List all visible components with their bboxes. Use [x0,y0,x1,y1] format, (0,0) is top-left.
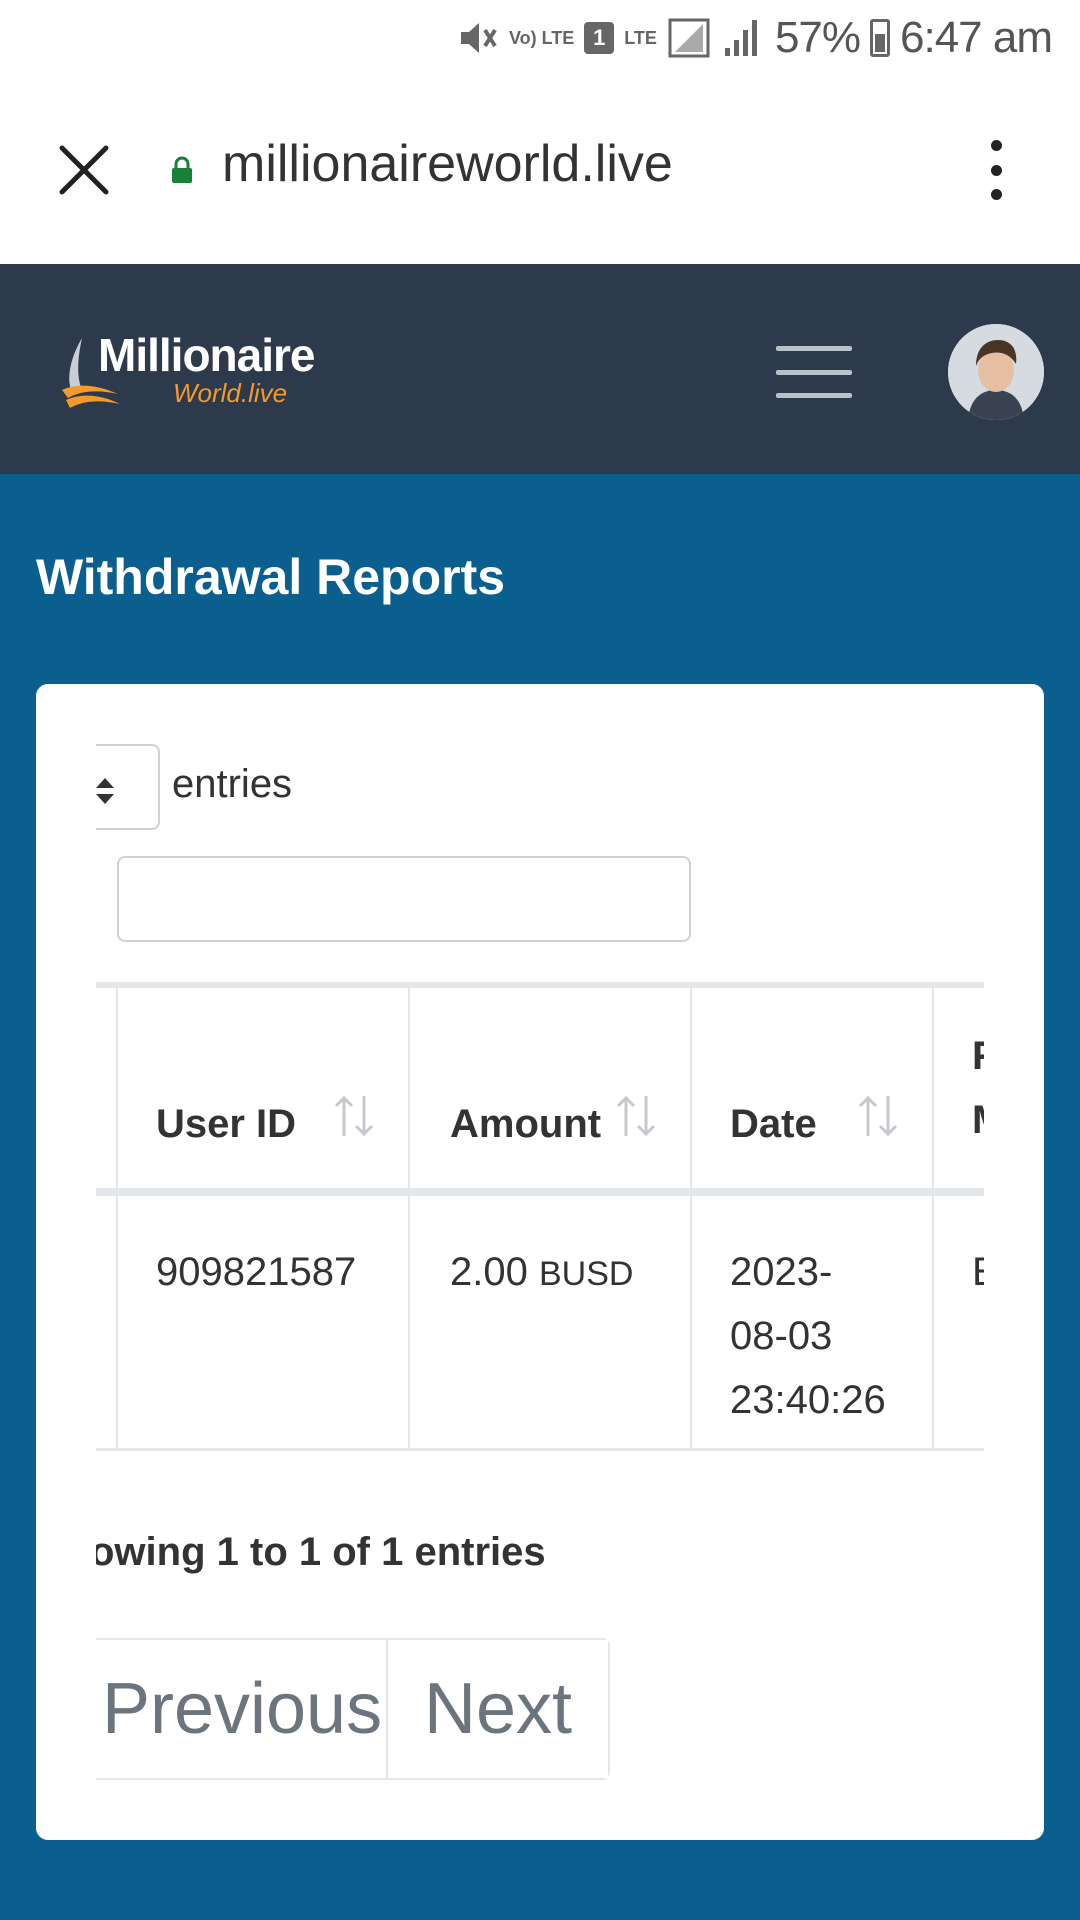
clock: 6:47 am [900,13,1053,62]
pagination: Previous Next [96,1638,610,1780]
table-header-divider [96,1188,984,1196]
menu-icon[interactable] [776,346,852,398]
sort-icon[interactable] [332,1092,376,1140]
search-input[interactable] [117,856,691,942]
sort-icon[interactable] [614,1092,658,1140]
url-text[interactable]: millionaireworld.live [222,134,673,194]
header-user-id[interactable]: User ID [156,1102,296,1147]
table-row-border [96,1448,984,1451]
header-amount[interactable]: Amount [450,1102,601,1147]
site-logo[interactable]: Millionaire World.live [60,329,350,410]
status-bar: Vo) LTE 1 LTE 57% 6:47 am [0,0,1080,76]
lte-icon: LTE [624,28,657,48]
logo-subtitle: World.live [173,378,288,408]
lock-icon [172,156,192,183]
date-line: 2023- [730,1250,833,1294]
table-scroll-area[interactable]: entries User ID Amount Date 909821587 2.… [96,684,984,1840]
site-header: Millionaire World.live [0,264,1080,474]
cell-user-id: 909821587 [156,1250,357,1294]
signal-bars-icon [724,20,757,56]
header-date[interactable]: Date [730,1102,817,1147]
battery-percent: 57% [774,13,861,62]
amount-value: 2.00 [450,1250,528,1294]
report-card: entries User ID Amount Date 909821587 2.… [36,684,1044,1840]
column-divider [690,988,692,1448]
sort-icon[interactable] [856,1092,900,1140]
date-line: 08-03 [730,1314,833,1358]
currency-label: BUSD [538,1255,634,1293]
volte-icon: Vo) LTE [508,28,575,48]
cell-date: 2023- 08-03 23:40:26 [730,1240,886,1432]
column-divider [932,988,934,1448]
date-line: 23:40:26 [730,1378,886,1422]
cell-amount: 2.00 BUSD [450,1240,633,1306]
entries-label: entries [172,762,293,806]
browser-toolbar: millionaireworld.live [0,76,1080,264]
more-options-icon[interactable] [980,140,1012,200]
logo-title: Millionaire [98,329,315,381]
user-avatar-icon [948,324,1044,420]
cell-cut: E [972,1240,984,1304]
battery-icon [870,19,891,57]
table-header-border [96,982,984,988]
header-cut-line2: M [972,1098,984,1143]
next-button[interactable]: Next [388,1640,608,1778]
column-divider [408,988,410,1448]
signal-box-icon [668,18,710,58]
page-title: Withdrawal Reports [36,549,506,605]
mute-icon [460,23,497,53]
avatar[interactable] [948,324,1044,420]
status-icons: Vo) LTE 1 LTE 57% 6:47 am [455,10,1053,66]
entries-length-select[interactable] [96,744,160,830]
column-divider [116,988,118,1448]
table-info-text: owing 1 to 1 of 1 entries [96,1530,546,1574]
sim-badge: 1 [584,22,615,54]
previous-button[interactable]: Previous [96,1640,388,1778]
close-icon[interactable] [58,144,110,196]
header-cut-line1: F [972,1034,984,1079]
select-arrows-icon [96,778,114,804]
